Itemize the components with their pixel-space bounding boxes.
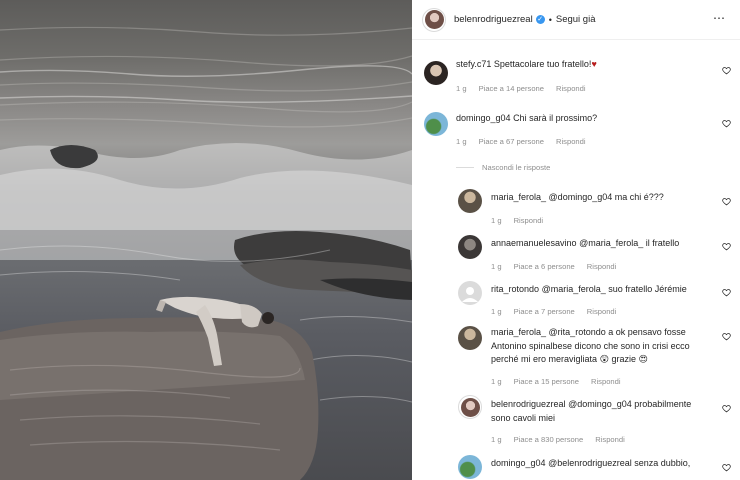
commenter-avatar[interactable] (458, 281, 482, 305)
comments-list: stefy.c71 Spettacolare tuo fratello!♥ 1 … (412, 40, 740, 480)
hide-replies-button[interactable]: Nascondi le risposte (456, 163, 550, 172)
comment-body: maria_ferola_ @domingo_g04 ma chi é??? (491, 191, 664, 205)
like-heart-icon[interactable] (722, 66, 731, 75)
verified-badge-icon: ✓ (535, 15, 545, 24)
comment-text-line-2: Antonino spinalbese dicono che sono in c… (491, 340, 690, 351)
more-options-icon[interactable]: ⋯ (713, 11, 726, 25)
sea-rock-scene (0, 26, 412, 480)
commenter-avatar[interactable] (458, 395, 482, 419)
comment-body: belenrodriguezreal @domingo_g04 probabil… (491, 398, 731, 425)
reply-link[interactable]: Rispondi (591, 377, 621, 386)
author-username[interactable]: belenrodriguezreal (454, 14, 533, 25)
heart-emoji: ♥ (591, 59, 597, 69)
comment-text-line-1: @domingo_g04 probabilmente (568, 399, 692, 409)
comment-username[interactable]: maria_ferola_ (491, 327, 546, 337)
comment-likes[interactable]: Piace a 7 persone (514, 307, 575, 316)
commenter-avatar[interactable] (458, 235, 482, 259)
comment-text: @belenrodriguezreal senza dubbio, (548, 458, 691, 468)
comment-username[interactable]: annaemanuelesavino (491, 238, 577, 248)
comment-body: annaemanuelesavino @maria_ferola_ il fra… (491, 237, 679, 251)
reply-link[interactable]: Rispondi (556, 137, 586, 146)
comment-time: 1 g (456, 137, 467, 146)
comment-text-line-3: perché mi ero meravigliata (491, 354, 598, 364)
heart-eyes-emoji: 😍 (638, 354, 648, 364)
reply-link[interactable]: Rispondi (587, 307, 617, 316)
comment-time: 1 g (491, 377, 502, 386)
replies-divider (456, 167, 474, 168)
reply-link[interactable]: Rispondi (514, 216, 544, 225)
comment-text: Spettacolare tuo fratello! (493, 59, 592, 69)
comment-meta: 1 g Rispondi (491, 216, 543, 225)
comment-username[interactable]: rita_rotondo (491, 284, 539, 294)
comment-username[interactable]: domingo_g04 (491, 458, 546, 468)
comment-text: Chi sarà il prossimo? (513, 113, 598, 123)
like-heart-icon[interactable] (722, 242, 731, 251)
comment-body: rita_rotondo @maria_ferola_ suo fratello… (491, 283, 687, 297)
comment-time: 1 g (491, 307, 502, 316)
comment-username[interactable]: maria_ferola_ (491, 192, 546, 202)
following-button[interactable]: Segui già (556, 14, 596, 25)
post-sidebar: belenrodriguezreal ✓ • Segui già ⋯ stefy… (412, 0, 740, 480)
comment-text-mid: grazie (611, 354, 636, 364)
commenter-avatar[interactable] (458, 189, 482, 213)
astonished-emoji: 😲 (599, 354, 609, 364)
like-heart-icon[interactable] (722, 197, 731, 206)
comment-text-line-1: @rita_rotondo a ok pensavo fosse (548, 327, 686, 337)
comment-likes[interactable]: Piace a 67 persone (479, 137, 544, 146)
reply-link[interactable]: Rispondi (556, 84, 586, 93)
comment-body: maria_ferola_ @rita_rotondo a ok pensavo… (491, 326, 731, 367)
comment-meta: 1 g Piace a 15 persone Rispondi (491, 377, 621, 386)
comment-likes[interactable]: Piace a 14 persone (479, 84, 544, 93)
comment-time: 1 g (491, 216, 502, 225)
comment-likes[interactable]: Piace a 830 persone (514, 435, 584, 444)
commenter-avatar[interactable] (424, 61, 448, 85)
default-avatar-icon (462, 287, 478, 302)
post-header: belenrodriguezreal ✓ • Segui già ⋯ (412, 0, 740, 40)
comment-meta: 1 g Piace a 6 persone Rispondi (491, 262, 616, 271)
comment-username[interactable]: stefy.c71 (456, 59, 491, 69)
comment-username[interactable]: domingo_g04 (456, 113, 511, 123)
like-heart-icon[interactable] (722, 119, 731, 128)
like-heart-icon[interactable] (722, 404, 731, 413)
comment-text: @maria_ferola_ il fratello (579, 238, 680, 248)
like-heart-icon[interactable] (722, 288, 731, 297)
comment-likes[interactable]: Piace a 6 persone (514, 262, 575, 271)
commenter-avatar[interactable] (458, 455, 482, 479)
comment-text: @domingo_g04 ma chi é??? (548, 192, 664, 202)
comment-body: domingo_g04 @belenrodriguezreal senza du… (491, 457, 690, 471)
comment-meta: 1 g Piace a 14 persone Rispondi (456, 84, 586, 93)
header-separator: • (548, 14, 552, 25)
commenter-avatar[interactable] (424, 112, 448, 136)
comment-body: domingo_g04 Chi sarà il prossimo? (456, 112, 597, 126)
comment-meta: 1 g Piace a 67 persone Rispondi (456, 137, 586, 146)
comment-likes[interactable]: Piace a 15 persone (514, 377, 579, 386)
like-heart-icon[interactable] (722, 463, 731, 472)
comment-time: 1 g (456, 84, 467, 93)
like-heart-icon[interactable] (722, 332, 731, 341)
reply-link[interactable]: Rispondi (587, 262, 617, 271)
comment-username[interactable]: belenrodriguezreal (491, 399, 566, 409)
author-avatar[interactable] (422, 7, 446, 32)
reply-link[interactable]: Rispondi (595, 435, 625, 444)
comment-meta: 1 g Piace a 830 persone Rispondi (491, 435, 625, 444)
post-photo (0, 0, 412, 480)
comment-text: @maria_ferola_ suo fratello Jérémie (541, 284, 687, 294)
hide-replies-label[interactable]: Nascondi le risposte (482, 163, 550, 172)
comment-meta: 1 g Piace a 7 persone Rispondi (491, 307, 616, 316)
comment-time: 1 g (491, 262, 502, 271)
comment-body: stefy.c71 Spettacolare tuo fratello!♥ (456, 58, 597, 72)
comment-time: 1 g (491, 435, 502, 444)
comment-text-line-2: sono cavoli miei (491, 412, 556, 423)
commenter-avatar[interactable] (458, 326, 482, 350)
